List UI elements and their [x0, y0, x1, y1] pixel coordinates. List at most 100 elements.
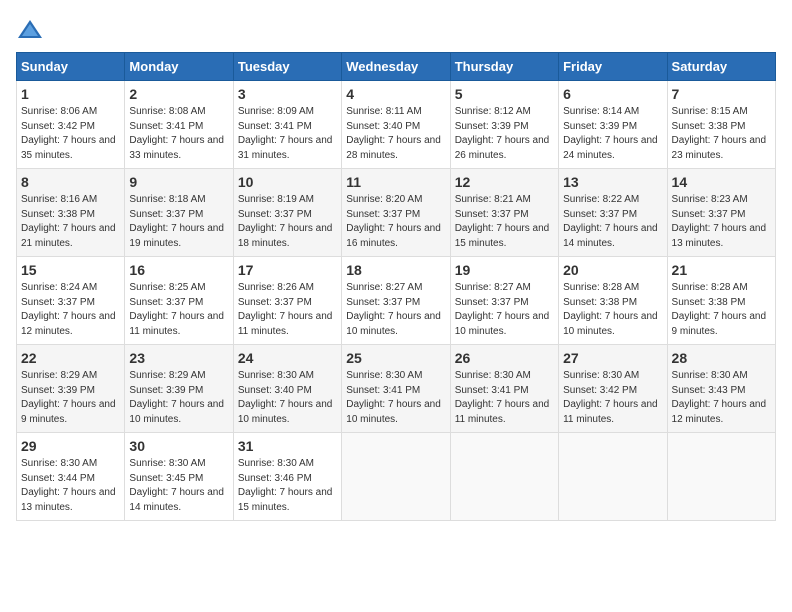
day-number: 26 [455, 350, 554, 366]
day-info: Sunrise: 8:30 AMSunset: 3:45 PMDaylight:… [129, 457, 228, 515]
day-info: Sunrise: 8:30 AMSunset: 3:41 PMDaylight:… [346, 369, 445, 427]
day-number: 13 [563, 174, 662, 190]
day-info: Sunrise: 8:21 AMSunset: 3:37 PMDaylight:… [455, 193, 554, 251]
day-info: Sunrise: 8:30 AMSunset: 3:44 PMDaylight:… [21, 457, 120, 515]
day-number: 11 [346, 174, 445, 190]
day-number: 12 [455, 174, 554, 190]
day-number: 28 [672, 350, 771, 366]
day-info: Sunrise: 8:12 AMSunset: 3:39 PMDaylight:… [455, 105, 554, 163]
day-number: 4 [346, 86, 445, 102]
col-saturday: Saturday [667, 53, 775, 81]
day-info: Sunrise: 8:28 AMSunset: 3:38 PMDaylight:… [563, 281, 662, 339]
day-info: Sunrise: 8:27 AMSunset: 3:37 PMDaylight:… [455, 281, 554, 339]
day-info: Sunrise: 8:30 AMSunset: 3:43 PMDaylight:… [672, 369, 771, 427]
day-number: 10 [238, 174, 337, 190]
day-number: 25 [346, 350, 445, 366]
calendar-cell: 19 Sunrise: 8:27 AMSunset: 3:37 PMDayligh… [450, 257, 558, 345]
day-info: Sunrise: 8:29 AMSunset: 3:39 PMDaylight:… [129, 369, 228, 427]
day-number: 30 [129, 438, 228, 454]
day-info: Sunrise: 8:18 AMSunset: 3:37 PMDaylight:… [129, 193, 228, 251]
calendar-cell: 23 Sunrise: 8:29 AMSunset: 3:39 PMDayligh… [125, 345, 233, 433]
day-number: 17 [238, 262, 337, 278]
day-info: Sunrise: 8:06 AMSunset: 3:42 PMDaylight:… [21, 105, 120, 163]
day-info: Sunrise: 8:14 AMSunset: 3:39 PMDaylight:… [563, 105, 662, 163]
calendar-week-row: 8Sunrise: 8:16 AMSunset: 3:38 PMDaylight… [17, 169, 776, 257]
day-info: Sunrise: 8:29 AMSunset: 3:39 PMDaylight:… [21, 369, 120, 427]
day-number: 23 [129, 350, 228, 366]
day-info: Sunrise: 8:22 AMSunset: 3:37 PMDaylight:… [563, 193, 662, 251]
calendar-table: Sunday Monday Tuesday Wednesday Thursday… [16, 52, 776, 521]
day-number: 15 [21, 262, 120, 278]
header-row: Sunday Monday Tuesday Wednesday Thursday… [17, 53, 776, 81]
calendar-cell: 5Sunrise: 8:12 AMSunset: 3:39 PMDaylight… [450, 81, 558, 169]
day-number: 31 [238, 438, 337, 454]
day-info: Sunrise: 8:09 AMSunset: 3:41 PMDaylight:… [238, 105, 337, 163]
day-info: Sunrise: 8:30 AMSunset: 3:40 PMDaylight:… [238, 369, 337, 427]
calendar-cell: 22 Sunrise: 8:29 AMSunset: 3:39 PMDayligh… [17, 345, 125, 433]
calendar-cell [450, 433, 558, 521]
calendar-cell: 1Sunrise: 8:06 AMSunset: 3:42 PMDaylight… [17, 81, 125, 169]
col-tuesday: Tuesday [233, 53, 341, 81]
day-number: 9 [129, 174, 228, 190]
day-info: Sunrise: 8:26 AMSunset: 3:37 PMDaylight:… [238, 281, 337, 339]
calendar-cell: 28 Sunrise: 8:30 AMSunset: 3:43 PMDayligh… [667, 345, 775, 433]
calendar-cell: 13 Sunrise: 8:22 AMSunset: 3:37 PMDayligh… [559, 169, 667, 257]
day-number: 27 [563, 350, 662, 366]
day-number: 21 [672, 262, 771, 278]
calendar-cell: 26 Sunrise: 8:30 AMSunset: 3:41 PMDayligh… [450, 345, 558, 433]
day-info: Sunrise: 8:20 AMSunset: 3:37 PMDaylight:… [346, 193, 445, 251]
logo [16, 16, 48, 44]
calendar-cell: 18Sunrise: 8:27 AMSunset: 3:37 PMDayligh… [342, 257, 450, 345]
calendar-week-row: 22 Sunrise: 8:29 AMSunset: 3:39 PMDayligh… [17, 345, 776, 433]
calendar-cell [667, 433, 775, 521]
calendar-cell: 31 Sunrise: 8:30 AMSunset: 3:46 PMDayligh… [233, 433, 341, 521]
calendar-cell: 25 Sunrise: 8:30 AMSunset: 3:41 PMDayligh… [342, 345, 450, 433]
col-thursday: Thursday [450, 53, 558, 81]
calendar-cell: 8Sunrise: 8:16 AMSunset: 3:38 PMDaylight… [17, 169, 125, 257]
calendar-cell: 21 Sunrise: 8:28 AMSunset: 3:38 PMDayligh… [667, 257, 775, 345]
day-info: Sunrise: 8:30 AMSunset: 3:41 PMDaylight:… [455, 369, 554, 427]
day-number: 19 [455, 262, 554, 278]
calendar-cell: 7 Sunrise: 8:15 AMSunset: 3:38 PMDaylight… [667, 81, 775, 169]
day-number: 7 [672, 86, 771, 102]
calendar-cell: 17 Sunrise: 8:26 AMSunset: 3:37 PMDayligh… [233, 257, 341, 345]
day-info: Sunrise: 8:24 AMSunset: 3:37 PMDaylight:… [21, 281, 120, 339]
calendar-cell: 11 Sunrise: 8:20 AMSunset: 3:37 PMDayligh… [342, 169, 450, 257]
col-monday: Monday [125, 53, 233, 81]
day-info: Sunrise: 8:30 AMSunset: 3:42 PMDaylight:… [563, 369, 662, 427]
day-number: 29 [21, 438, 120, 454]
day-info: Sunrise: 8:15 AMSunset: 3:38 PMDaylight:… [672, 105, 771, 163]
col-friday: Friday [559, 53, 667, 81]
day-info: Sunrise: 8:28 AMSunset: 3:38 PMDaylight:… [672, 281, 771, 339]
day-number: 14 [672, 174, 771, 190]
calendar-cell: 27 Sunrise: 8:30 AMSunset: 3:42 PMDayligh… [559, 345, 667, 433]
calendar-cell: 24 Sunrise: 8:30 AMSunset: 3:40 PMDayligh… [233, 345, 341, 433]
calendar-cell: 9 Sunrise: 8:18 AMSunset: 3:37 PMDaylight… [125, 169, 233, 257]
day-number: 3 [238, 86, 337, 102]
calendar-cell: 20Sunrise: 8:28 AMSunset: 3:38 PMDayligh… [559, 257, 667, 345]
calendar-week-row: 1Sunrise: 8:06 AMSunset: 3:42 PMDaylight… [17, 81, 776, 169]
day-number: 16 [129, 262, 228, 278]
logo-icon [16, 16, 44, 44]
calendar-week-row: 29 Sunrise: 8:30 AMSunset: 3:44 PMDayligh… [17, 433, 776, 521]
day-info: Sunrise: 8:30 AMSunset: 3:46 PMDaylight:… [238, 457, 337, 515]
day-number: 22 [21, 350, 120, 366]
col-wednesday: Wednesday [342, 53, 450, 81]
calendar-cell: 3 Sunrise: 8:09 AMSunset: 3:41 PMDaylight… [233, 81, 341, 169]
calendar-header: Sunday Monday Tuesday Wednesday Thursday… [17, 53, 776, 81]
calendar-week-row: 15 Sunrise: 8:24 AMSunset: 3:37 PMDayligh… [17, 257, 776, 345]
calendar-cell: 29 Sunrise: 8:30 AMSunset: 3:44 PMDayligh… [17, 433, 125, 521]
day-info: Sunrise: 8:11 AMSunset: 3:40 PMDaylight:… [346, 105, 445, 163]
calendar-cell [342, 433, 450, 521]
calendar-cell: 10Sunrise: 8:19 AMSunset: 3:37 PMDayligh… [233, 169, 341, 257]
calendar-cell: 2Sunrise: 8:08 AMSunset: 3:41 PMDaylight… [125, 81, 233, 169]
calendar-cell: 14Sunrise: 8:23 AMSunset: 3:37 PMDayligh… [667, 169, 775, 257]
day-number: 6 [563, 86, 662, 102]
calendar-body: 1Sunrise: 8:06 AMSunset: 3:42 PMDaylight… [17, 81, 776, 521]
calendar-cell: 16Sunrise: 8:25 AMSunset: 3:37 PMDayligh… [125, 257, 233, 345]
day-number: 18 [346, 262, 445, 278]
calendar-cell: 4 Sunrise: 8:11 AMSunset: 3:40 PMDaylight… [342, 81, 450, 169]
col-sunday: Sunday [17, 53, 125, 81]
day-number: 24 [238, 350, 337, 366]
calendar-cell: 30 Sunrise: 8:30 AMSunset: 3:45 PMDayligh… [125, 433, 233, 521]
